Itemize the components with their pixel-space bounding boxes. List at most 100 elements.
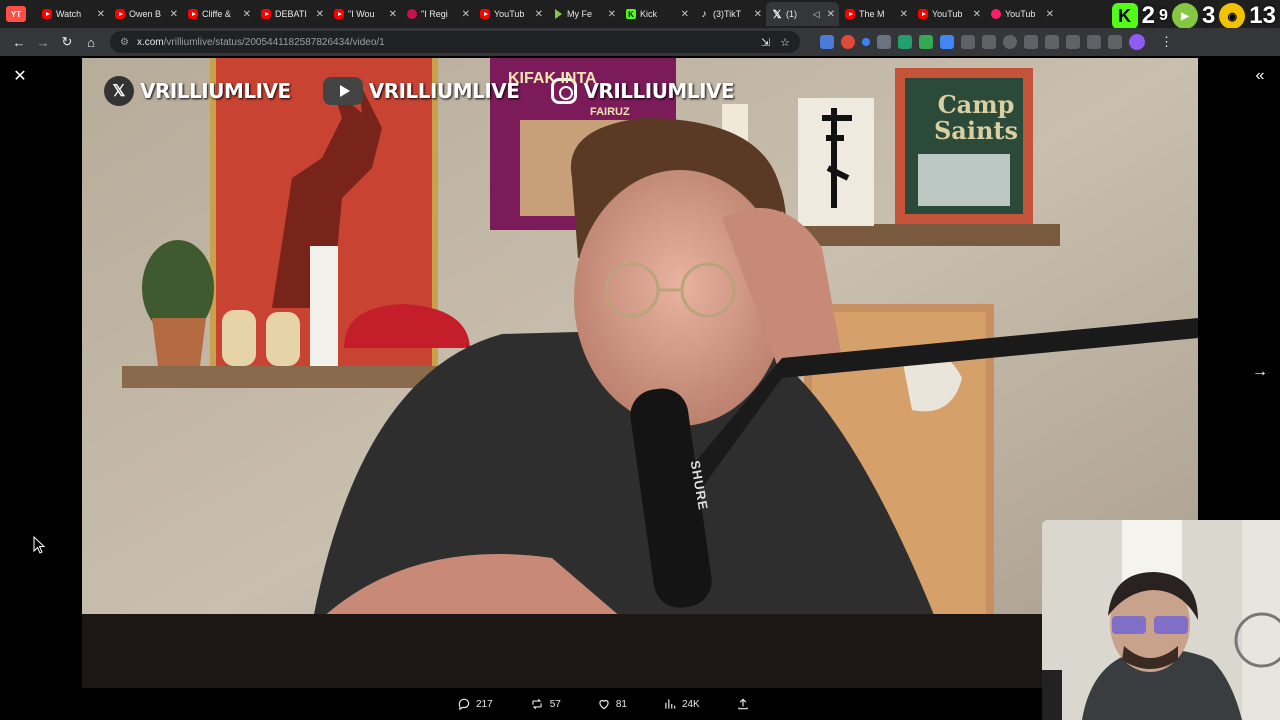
profile-avatar[interactable] — [1129, 34, 1145, 50]
browser-tab[interactable]: Owen B ✕ — [109, 2, 182, 26]
tab-title: DEBATI — [275, 9, 307, 19]
tab-close-icon[interactable]: ✕ — [827, 9, 835, 20]
mask-icon: ◉ — [1219, 3, 1246, 29]
repost-button[interactable]: 57 — [529, 697, 561, 711]
collapse-panel-icon[interactable]: « — [1250, 66, 1270, 86]
url-path: /vrilliumlive/status/2005441182587826434… — [163, 36, 385, 48]
browser-tab[interactable]: My Fe ✕ — [547, 2, 620, 26]
extension-icon[interactable] — [940, 35, 954, 49]
video-frame — [82, 58, 1198, 688]
extension-icon[interactable] — [898, 35, 912, 49]
stream-overlay-counters: K 2 9 ▶ 3 ◉ 13 — [1111, 2, 1276, 30]
streamer-webcam — [1042, 520, 1280, 720]
tab-close-icon[interactable]: ✕ — [1046, 9, 1054, 20]
tab-close-icon[interactable]: ✕ — [608, 9, 616, 20]
extensions-puzzle-icon[interactable] — [982, 35, 996, 49]
tab-close-icon[interactable]: ✕ — [535, 9, 543, 20]
tab-strip: YT Watch ✕ Owen B ✕ Cliffe & ✕ DEBATI ✕ "I Wou ✕ "… — [0, 0, 1280, 28]
kick-icon: K — [626, 9, 636, 19]
poster-subtext: FAIRUZ — [590, 106, 630, 118]
tab-close-icon[interactable]: ✕ — [389, 9, 397, 20]
x-handle: 𝕏 VRILLIUMLIVE — [104, 76, 291, 106]
views-chart-icon — [665, 699, 676, 709]
browser-tab[interactable]: "I Regi ✕ — [401, 2, 474, 26]
youtube-icon — [188, 9, 198, 19]
address-bar[interactable]: ⚙ x.com/vrilliumlive/status/200544118258… — [110, 31, 800, 53]
tab-close-icon[interactable]: ✕ — [316, 9, 324, 20]
extensions-row: ⋮ — [820, 34, 1173, 50]
tab-close-icon[interactable]: ✕ — [681, 9, 689, 20]
youtube-icon — [480, 9, 490, 19]
browser-tab[interactable]: "I Wou ✕ — [328, 2, 401, 26]
screenshot-icon[interactable] — [1024, 35, 1038, 49]
like-button[interactable]: 81 — [597, 697, 627, 711]
browser-tab[interactable]: Cliffe & ✕ — [182, 2, 255, 26]
mask-viewer-count: 13 — [1249, 2, 1276, 29]
browser-tab[interactable]: 𝕏 (1) ◁ ✕ — [766, 2, 839, 26]
rumble-viewer-count: 3 — [1201, 2, 1216, 29]
share-button[interactable] — [736, 697, 750, 711]
youtube-icon — [115, 9, 125, 19]
youtube-handle: VRILLIUMLIVE — [322, 77, 520, 105]
heart-icon — [599, 699, 609, 710]
tab-close-icon[interactable]: ✕ — [170, 9, 178, 20]
tiktok-icon: ♪ — [701, 8, 707, 20]
youtube-logo-icon — [322, 77, 363, 105]
downloads-icon[interactable] — [1108, 35, 1122, 49]
video-player[interactable]: 𝕏 VRILLIUMLIVE VRILLIUMLIVE VRILLIUMLIVE… — [82, 58, 1198, 688]
extension-icon[interactable] — [877, 35, 891, 49]
browser-tab[interactable]: DEBATI ✕ — [255, 2, 328, 26]
post-action-bar: 217 57 81 24K — [457, 696, 786, 712]
reload-icon[interactable]: ↻ — [56, 31, 78, 53]
browser-tab[interactable]: YouTub ✕ — [474, 2, 547, 26]
menu-dots-icon[interactable]: ⋮ — [1160, 34, 1173, 50]
install-app-icon[interactable]: ⇲ — [761, 36, 770, 49]
browser-tab[interactable]: The M ✕ — [839, 2, 912, 26]
devtools-icon[interactable] — [1045, 35, 1059, 49]
close-icon[interactable]: ✕ — [10, 66, 30, 86]
reply-button[interactable]: 217 — [457, 697, 493, 711]
tab-title: (1) — [786, 9, 797, 19]
tab-audio-icon[interactable]: ◁ — [813, 9, 820, 20]
tab-close-icon[interactable]: ✕ — [900, 9, 908, 20]
tab-close-icon[interactable]: ✕ — [973, 9, 981, 20]
browser-tab[interactable]: YouTub ✕ — [985, 2, 1058, 26]
tab-list: Watch ✕ Owen B ✕ Cliffe & ✕ DEBATI ✕ "I Wou ✕ "I R… — [36, 2, 1058, 26]
tab-close-icon[interactable]: ✕ — [462, 9, 470, 20]
tab-title: "I Wou — [348, 9, 375, 19]
reading-list-icon[interactable] — [1066, 35, 1080, 49]
kick-viewer-count: 2 — [1141, 2, 1156, 29]
extension-icon[interactable] — [961, 35, 975, 49]
extension-icon[interactable] — [862, 38, 870, 46]
x-logo-icon: 𝕏 — [104, 76, 134, 106]
youtube-app-icon[interactable]: YT — [6, 6, 26, 22]
browser-tab[interactable]: YouTub ✕ — [912, 2, 985, 26]
site-info-icon[interactable]: ⚙ — [120, 37, 129, 48]
bookmark-star-icon[interactable]: ☆ — [780, 36, 790, 49]
media-viewer: ✕ « → 𝕏 VRILLIUMLIVE VRILLIUMLIVE VRILLI… — [0, 56, 1280, 720]
browser-tab[interactable]: Watch ✕ — [36, 2, 109, 26]
tab-title: Kick — [640, 9, 658, 19]
social-handles-overlay: 𝕏 VRILLIUMLIVE VRILLIUMLIVE VRILLIUMLIVE — [104, 76, 735, 106]
next-media-arrow-icon[interactable]: → — [1250, 362, 1270, 382]
tab-title: (3)TikT — [713, 9, 742, 19]
rumble-badge-count: 9 — [1159, 7, 1168, 24]
history-icon[interactable] — [1003, 35, 1017, 49]
extension-icon[interactable] — [841, 35, 855, 49]
tab-close-icon[interactable]: ✕ — [243, 9, 251, 20]
url-text[interactable]: x.com/vrilliumlive/status/20054411825878… — [137, 37, 761, 48]
side-panel-icon[interactable] — [1087, 35, 1101, 49]
views-button[interactable]: 24K — [663, 697, 700, 711]
forward-arrow-icon[interactable]: → — [32, 31, 54, 53]
youtube-icon — [334, 9, 344, 19]
tab-close-icon[interactable]: ✕ — [754, 9, 762, 20]
tab-close-icon[interactable]: ✕ — [97, 9, 105, 20]
extension-icon[interactable] — [919, 35, 933, 49]
reply-bubble-icon — [458, 698, 470, 711]
home-icon[interactable]: ⌂ — [80, 31, 102, 53]
browser-tab[interactable]: ♪ (3)TikT ✕ — [693, 2, 766, 26]
extension-icon[interactable] — [820, 35, 834, 49]
browser-tab[interactable]: K Kick ✕ — [620, 2, 693, 26]
back-arrow-icon[interactable]: ← — [8, 31, 30, 53]
tab-title: Owen B — [129, 9, 162, 19]
